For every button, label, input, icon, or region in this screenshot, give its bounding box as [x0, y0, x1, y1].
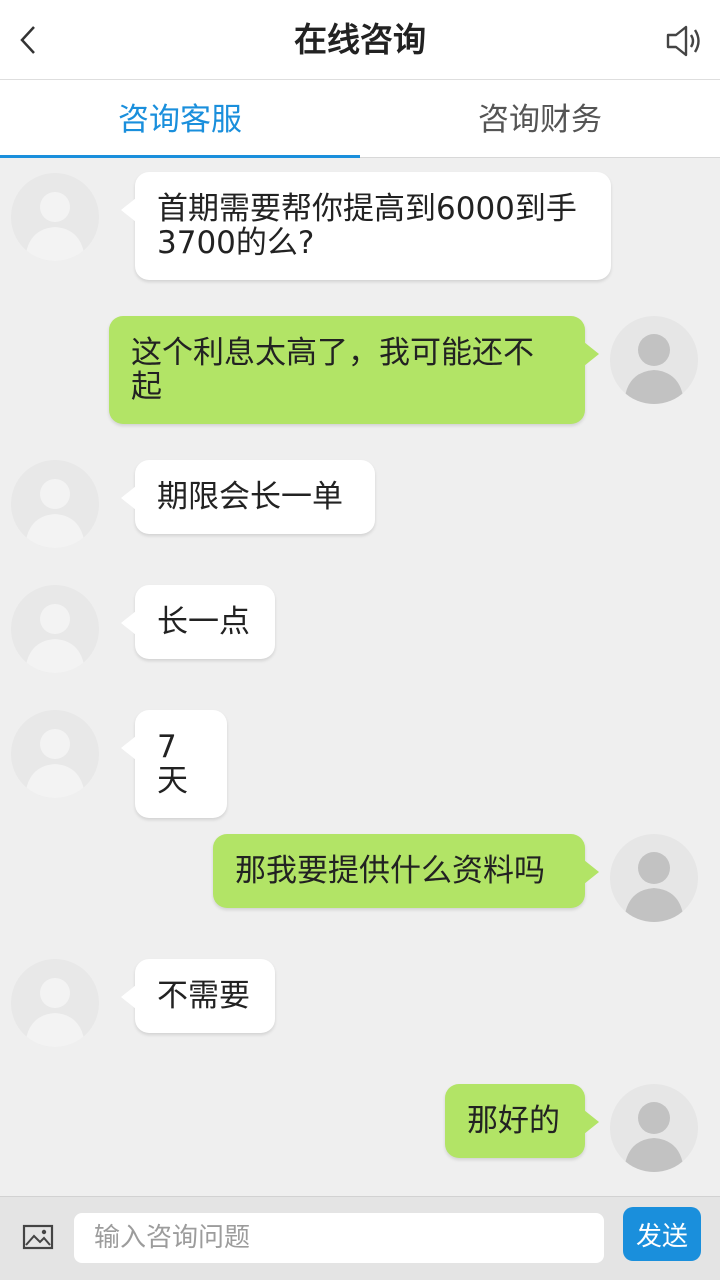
question-input[interactable]: [74, 1213, 604, 1263]
user-avatar: [610, 1084, 698, 1172]
message-bubble-outgoing: 这个利息太高了，我可能还不起: [109, 316, 599, 424]
message-bubble-incoming: 期限会长一单: [121, 460, 375, 534]
send-button[interactable]: 发送: [623, 1207, 701, 1261]
agent-avatar: [11, 173, 99, 261]
person-icon: [25, 978, 85, 1047]
message-bubble-outgoing: 那好的: [445, 1084, 599, 1158]
person-icon: [624, 334, 684, 404]
tab-customer-service[interactable]: 咨询客服: [0, 80, 360, 158]
person-icon: [25, 479, 85, 548]
user-avatar: [610, 316, 698, 404]
message-bubble-incoming: 7天: [121, 710, 227, 818]
agent-avatar: [11, 959, 99, 1047]
input-bar: 发送: [0, 1196, 720, 1280]
message-bubble-incoming: 长一点: [121, 585, 275, 659]
agent-avatar: [11, 460, 99, 548]
person-icon: [624, 1102, 684, 1172]
page-title: 在线咨询: [294, 20, 426, 59]
person-icon: [25, 729, 85, 798]
message-bubble-incoming: 不需要: [121, 959, 275, 1033]
image-icon: [22, 1224, 54, 1250]
person-icon: [624, 852, 684, 922]
message-bubble-outgoing: 那我要提供什么资料吗: [213, 834, 599, 908]
chat-area[interactable]: 首期需要帮你提高到6000到手3700的么? 这个利息太高了，我可能还不起 期限…: [0, 158, 720, 1196]
image-button[interactable]: [22, 1223, 58, 1255]
header: 在线咨询: [0, 0, 720, 80]
tab-bar: 咨询客服 咨询财务: [0, 80, 720, 158]
user-avatar: [610, 834, 698, 922]
agent-avatar: [11, 710, 99, 798]
speaker-icon: [666, 25, 700, 57]
person-icon: [25, 192, 85, 261]
tab-finance[interactable]: 咨询财务: [360, 80, 720, 158]
message-bubble-incoming: 首期需要帮你提高到6000到手3700的么?: [121, 172, 611, 280]
person-icon: [25, 604, 85, 673]
speaker-button[interactable]: [664, 20, 706, 62]
agent-avatar: [11, 585, 99, 673]
